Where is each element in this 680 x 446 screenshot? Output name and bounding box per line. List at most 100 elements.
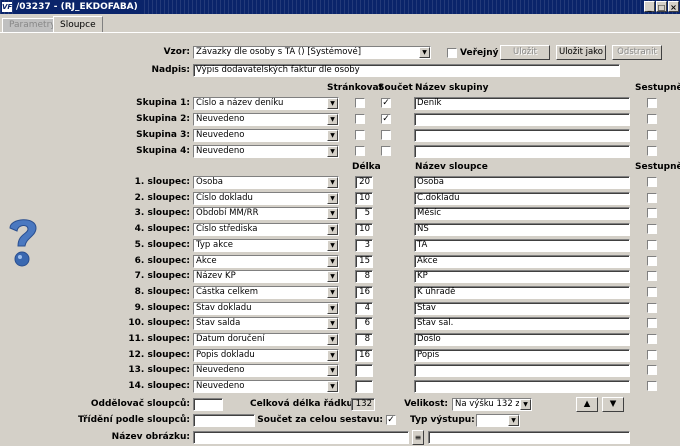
group-name-input[interactable]: Deník	[414, 97, 630, 110]
column-delka-input[interactable]: 8	[355, 333, 373, 346]
column-delka-input[interactable]	[355, 364, 373, 378]
column-name-input[interactable]: TA	[414, 238, 630, 252]
chevron-down-icon[interactable]: ▼	[327, 349, 338, 361]
ulozit-button[interactable]: Uložit	[500, 45, 550, 60]
column-delka-input[interactable]	[355, 380, 373, 394]
column-delka-input[interactable]: 20	[355, 176, 373, 189]
column-delka-input[interactable]: 8	[355, 270, 373, 284]
column-sestupne-checkbox[interactable]	[647, 224, 657, 235]
chevron-down-icon[interactable]: ▼	[327, 130, 338, 141]
column-sestupne-checkbox[interactable]	[647, 255, 657, 266]
column-name-input[interactable]: Č.dokladu	[414, 191, 630, 205]
column-delka-input[interactable]: 4	[355, 301, 373, 315]
column-select[interactable]: Číslo střediska ▼	[193, 223, 339, 237]
column-sestupne-checkbox[interactable]	[647, 381, 657, 392]
move-up-button[interactable]: ▲	[576, 397, 598, 412]
chevron-down-icon[interactable]: ▼	[327, 318, 338, 330]
group-sestupne-checkbox[interactable]	[647, 130, 657, 140]
column-delka-input[interactable]: 5	[355, 207, 373, 221]
column-name-input[interactable]	[414, 380, 630, 394]
group-select[interactable]: Neuvedeno ▼	[193, 113, 339, 126]
group-name-input[interactable]	[414, 145, 630, 158]
group-sestupne-checkbox[interactable]	[647, 146, 657, 156]
column-name-input[interactable]: KP	[414, 270, 630, 284]
column-name-input[interactable]: Popis	[414, 348, 630, 362]
typ-vystupu-select[interactable]: ▼	[476, 414, 520, 427]
group-select[interactable]: Neuvedeno ▼	[193, 129, 339, 142]
column-delka-input[interactable]: 10	[355, 191, 373, 205]
column-select[interactable]: Neuvedeno ▼	[193, 364, 339, 378]
column-select[interactable]: Číslo dokladu ▼	[193, 191, 339, 205]
group-sestupne-checkbox[interactable]	[647, 98, 657, 108]
chevron-down-icon[interactable]: ▼	[327, 208, 338, 220]
column-delka-input[interactable]: 15	[355, 254, 373, 268]
column-sestupne-checkbox[interactable]	[647, 208, 657, 219]
column-name-input[interactable]: Došlo	[414, 333, 630, 346]
minimize-icon[interactable]: _	[644, 1, 655, 12]
group-select[interactable]: Neuvedeno ▼	[193, 145, 339, 158]
column-select[interactable]: Typ akce ▼	[193, 238, 339, 252]
column-name-input[interactable]: Stav sal.	[414, 317, 630, 331]
chevron-down-icon[interactable]: ▼	[327, 192, 338, 204]
chevron-down-icon[interactable]: ▼	[419, 47, 430, 58]
obrazek-path-input[interactable]	[428, 431, 630, 444]
vzor-select[interactable]: Závazky dle osoby s TA () [Systémové] ▼	[193, 46, 431, 59]
column-sestupne-checkbox[interactable]	[647, 334, 657, 344]
chevron-down-icon[interactable]: ▼	[327, 114, 338, 125]
column-name-input[interactable]: Stav	[414, 301, 630, 315]
column-select[interactable]: Osoba ▼	[193, 176, 339, 189]
group-select[interactable]: Číslo a název deníku ▼	[193, 97, 339, 110]
column-select[interactable]: Období MM/RR ▼	[193, 207, 339, 221]
column-name-input[interactable]: Měsíc	[414, 207, 630, 221]
column-sestupne-checkbox[interactable]	[647, 192, 657, 203]
column-delka-input[interactable]: 16	[355, 348, 373, 362]
chevron-down-icon[interactable]: ▼	[327, 177, 338, 188]
nadpis-input[interactable]: Výpis dodavatelských faktur dle osoby	[193, 64, 620, 77]
chevron-down-icon[interactable]: ▼	[327, 286, 338, 298]
verejny-checkbox[interactable]	[447, 48, 457, 58]
column-sestupne-checkbox[interactable]	[647, 365, 657, 376]
column-select[interactable]: Popis dokladu ▼	[193, 348, 339, 362]
column-sestupne-checkbox[interactable]	[647, 302, 657, 313]
column-select[interactable]: Datum doručení ▼	[193, 333, 339, 346]
group-soucet-checkbox[interactable]: ✓	[381, 98, 391, 108]
column-delka-input[interactable]: 3	[355, 238, 373, 252]
column-select[interactable]: Částka celkem ▼	[193, 285, 339, 299]
chevron-down-icon[interactable]: ▼	[520, 399, 531, 410]
group-strankovat-checkbox[interactable]	[355, 130, 365, 140]
chevron-down-icon[interactable]: ▼	[327, 271, 338, 283]
group-strankovat-checkbox[interactable]	[355, 98, 365, 108]
column-sestupne-checkbox[interactable]	[647, 177, 657, 187]
velikost-select[interactable]: Na výšku 132 zn. ▼	[452, 398, 532, 411]
column-name-input[interactable]	[414, 364, 630, 378]
column-select[interactable]: Neuvedeno ▼	[193, 380, 339, 394]
list-icon[interactable]: ≡	[412, 430, 424, 445]
obrazek-input[interactable]	[193, 431, 409, 444]
group-soucet-checkbox[interactable]	[381, 130, 391, 140]
close-icon[interactable]: ×	[668, 1, 679, 12]
column-name-input[interactable]: Akce	[414, 254, 630, 268]
column-sestupne-checkbox[interactable]	[647, 349, 657, 360]
help-question-icon[interactable]	[4, 214, 42, 268]
chevron-down-icon[interactable]: ▼	[327, 381, 338, 393]
column-delka-input[interactable]: 16	[355, 285, 373, 299]
column-delka-input[interactable]: 10	[355, 223, 373, 237]
chevron-down-icon[interactable]: ▼	[327, 239, 338, 251]
group-name-input[interactable]	[414, 129, 630, 142]
chevron-down-icon[interactable]: ▼	[327, 255, 338, 267]
column-sestupne-checkbox[interactable]	[647, 286, 657, 297]
column-sestupne-checkbox[interactable]	[647, 318, 657, 329]
oddelovac-input[interactable]	[193, 398, 223, 411]
column-select[interactable]: Akce ▼	[193, 254, 339, 268]
ulozit-jako-button[interactable]: Uložit jako	[556, 45, 606, 60]
column-select[interactable]: Název KP ▼	[193, 270, 339, 284]
chevron-down-icon[interactable]: ▼	[327, 146, 338, 157]
group-strankovat-checkbox[interactable]	[355, 146, 365, 156]
move-down-button[interactable]: ▼	[602, 397, 624, 412]
soucet-sestavy-checkbox[interactable]: ✓	[386, 415, 396, 425]
column-select[interactable]: Stav dokladu ▼	[193, 301, 339, 315]
column-delka-input[interactable]: 6	[355, 317, 373, 331]
chevron-down-icon[interactable]: ▼	[327, 98, 338, 109]
column-sestupne-checkbox[interactable]	[647, 271, 657, 282]
group-soucet-checkbox[interactable]	[381, 146, 391, 156]
